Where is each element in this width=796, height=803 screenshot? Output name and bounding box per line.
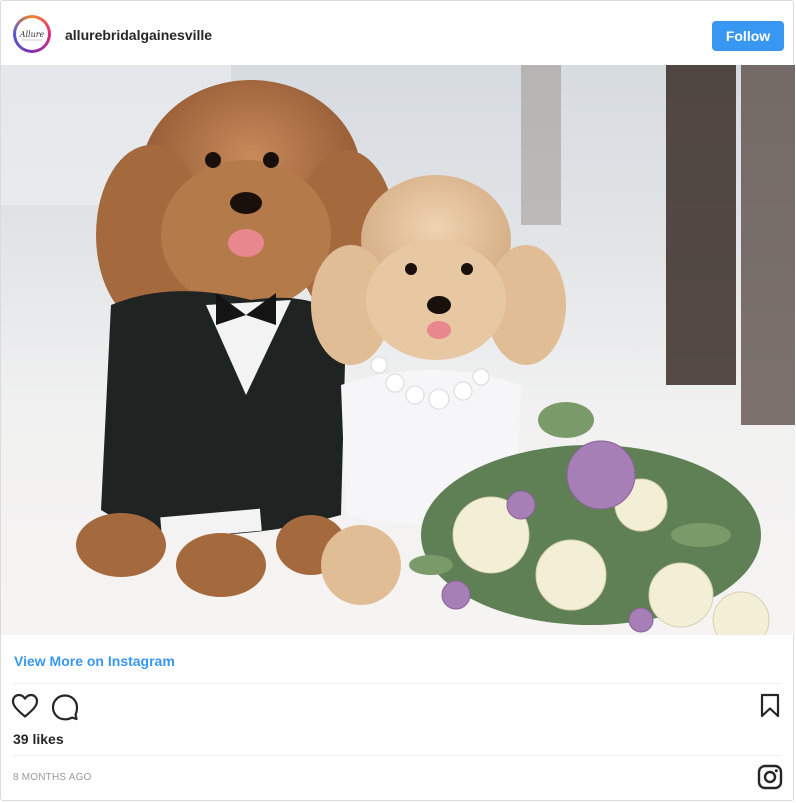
divider xyxy=(13,755,781,756)
post-header: Allure allurebridalgainesville Follow xyxy=(1,1,795,65)
instagram-embed-card: Allure allurebridalgainesville Follow Vi… xyxy=(0,0,795,801)
allure-logo: Allure xyxy=(18,28,46,41)
username-link[interactable]: allurebridalgainesville xyxy=(65,27,212,43)
follow-button[interactable]: Follow xyxy=(712,21,784,51)
bookmark-icon[interactable] xyxy=(759,693,781,724)
view-more-on-instagram-link[interactable]: View More on Instagram xyxy=(14,653,175,669)
comment-icon[interactable] xyxy=(51,693,79,726)
likes-count: 39 likes xyxy=(13,731,64,747)
heart-icon[interactable] xyxy=(11,693,39,724)
svg-text:Allure: Allure xyxy=(19,30,45,39)
divider xyxy=(13,683,781,684)
post-photo[interactable] xyxy=(1,65,795,635)
avatar[interactable]: Allure xyxy=(13,15,51,53)
post-timestamp: 8 MONTHS AGO xyxy=(13,772,92,783)
instagram-icon[interactable] xyxy=(757,764,783,795)
